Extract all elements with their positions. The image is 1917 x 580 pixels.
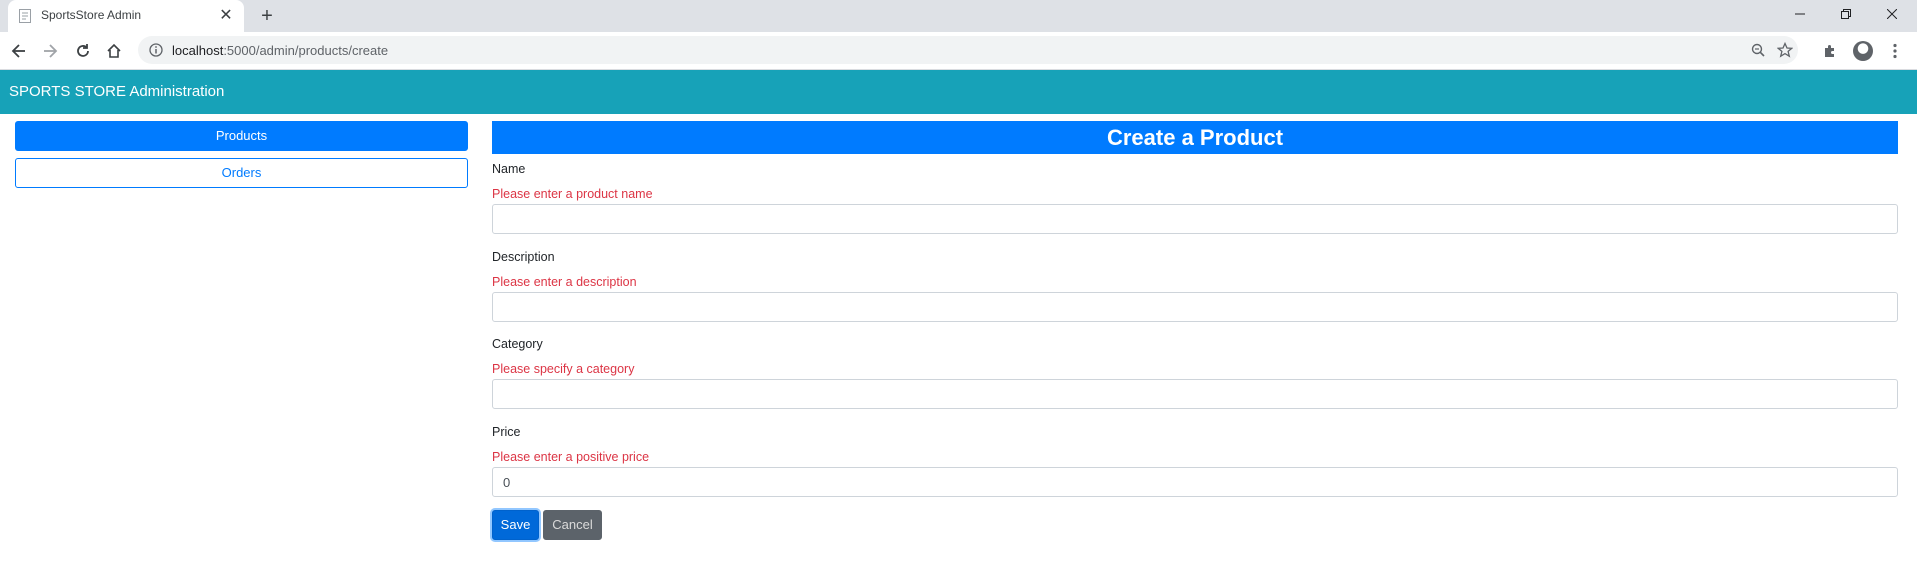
home-button[interactable]: [103, 40, 125, 62]
description-field[interactable]: [492, 292, 1898, 322]
zoom-icon[interactable]: [1749, 41, 1767, 59]
tab-title: SportsStore Admin: [41, 8, 142, 22]
price-field[interactable]: [492, 467, 1898, 497]
description-label: Description: [492, 250, 555, 264]
page-title: Create a Product: [492, 121, 1898, 154]
star-icon[interactable]: [1776, 41, 1794, 59]
home-icon: [107, 43, 121, 58]
sidebar-item-orders[interactable]: Orders: [15, 158, 468, 188]
url-text: localhost:5000/admin/products/create: [172, 43, 388, 58]
category-label: Category: [492, 337, 543, 351]
back-arrow-icon: [11, 44, 25, 58]
name-error: Please enter a product name: [492, 187, 653, 201]
category-error: Please specify a category: [492, 362, 635, 376]
browser-tabstrip: SportsStore Admin ✕ +: [0, 0, 1917, 32]
reload-button[interactable]: [72, 40, 94, 62]
restore-icon: [1841, 9, 1851, 19]
new-tab-button[interactable]: +: [256, 5, 278, 27]
minimize-icon: [1795, 13, 1805, 15]
sidebar-item-products[interactable]: Products: [15, 121, 468, 151]
browser-menu-button[interactable]: [1884, 40, 1906, 62]
url-host: localhost: [172, 43, 224, 58]
forward-arrow-icon: [44, 44, 58, 58]
save-button[interactable]: Save: [492, 510, 539, 540]
navbar-brand: SPORTS STORE Administration: [9, 83, 225, 100]
restore-button[interactable]: [1823, 0, 1869, 28]
description-error: Please enter a description: [492, 275, 637, 289]
window-close-button[interactable]: [1869, 0, 1915, 28]
kebab-menu-icon: [1893, 43, 1897, 59]
back-button[interactable]: [8, 40, 30, 62]
browser-toolbar: localhost:5000/admin/products/create: [0, 32, 1917, 70]
info-icon[interactable]: [149, 43, 163, 60]
minimize-button[interactable]: [1777, 0, 1823, 28]
close-icon[interactable]: ✕: [216, 6, 236, 26]
profile-button[interactable]: [1852, 40, 1874, 62]
browser-tab[interactable]: SportsStore Admin ✕: [8, 0, 244, 32]
price-label: Price: [492, 425, 521, 439]
puzzle-icon: [1825, 45, 1834, 57]
cancel-button[interactable]: Cancel: [543, 510, 602, 540]
app-navbar: SPORTS STORE Administration: [0, 70, 1917, 114]
reload-icon: [77, 44, 89, 57]
page-icon: [18, 9, 32, 23]
category-field[interactable]: [492, 379, 1898, 409]
url-path: :5000/admin/products/create: [223, 43, 389, 58]
extensions-button[interactable]: [1819, 40, 1841, 62]
name-label: Name: [492, 162, 526, 176]
name-field[interactable]: [492, 204, 1898, 234]
avatar[interactable]: [1853, 41, 1873, 61]
close-icon: [1887, 9, 1897, 19]
forward-button[interactable]: [39, 40, 61, 62]
price-error: Please enter a positive price: [492, 450, 650, 464]
address-bar[interactable]: localhost:5000/admin/products/create: [138, 36, 1798, 64]
